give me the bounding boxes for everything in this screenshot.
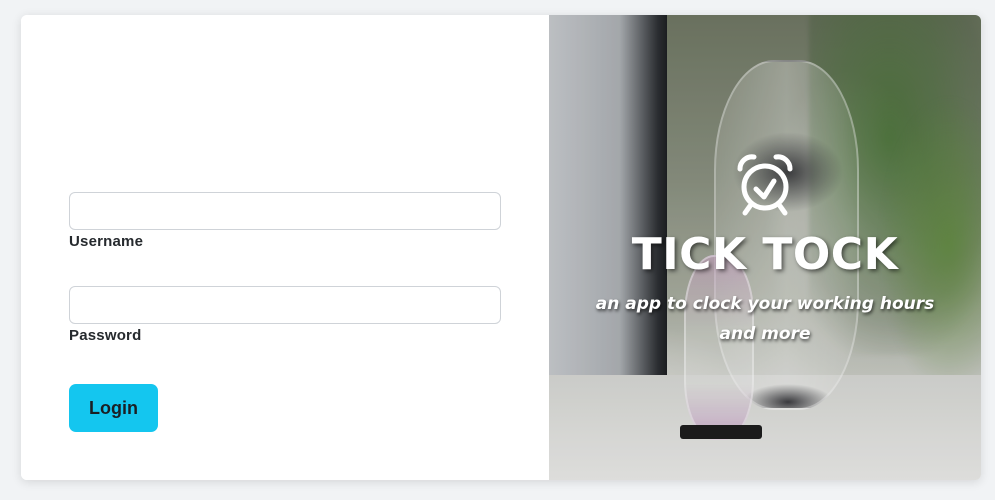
username-input[interactable] <box>69 192 501 230</box>
app-tagline: an app to clock your working hours and m… <box>595 294 935 344</box>
login-form-panel: Username Password Login <box>21 15 549 480</box>
app-title: TICK TOCK <box>631 229 899 280</box>
password-input[interactable] <box>69 286 501 324</box>
password-label: Password <box>69 327 142 344</box>
login-button[interactable]: Login <box>69 384 158 432</box>
username-field-group: Username <box>69 192 501 250</box>
hero-image-panel: TICK TOCK an app to clock your working h… <box>549 15 981 480</box>
username-label: Username <box>69 233 144 250</box>
password-field-group: Password <box>69 286 501 344</box>
alarm-clock-icon <box>737 154 793 216</box>
login-card: Username Password Login TICK TOCK an app… <box>21 15 981 480</box>
